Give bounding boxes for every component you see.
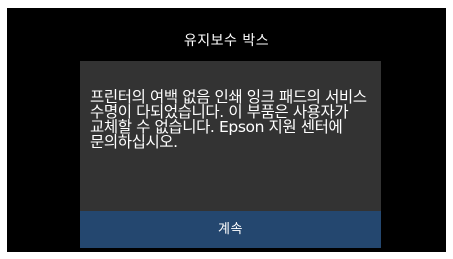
continue-button[interactable]: 계속 <box>80 211 381 248</box>
dialog-message: 프린터의 여백 없음 인쇄 잉크 패드의 서비스 수명이 다되었습니다. 이 부… <box>90 88 367 151</box>
screen-title: 유지보수 박스 <box>183 33 270 49</box>
message-dialog: 프린터의 여백 없음 인쇄 잉크 패드의 서비스 수명이 다되었습니다. 이 부… <box>80 61 381 211</box>
printer-lcd-screen: 유지보수 박스 프린터의 여백 없음 인쇄 잉크 패드의 서비스 수명이 다되었… <box>7 8 446 252</box>
